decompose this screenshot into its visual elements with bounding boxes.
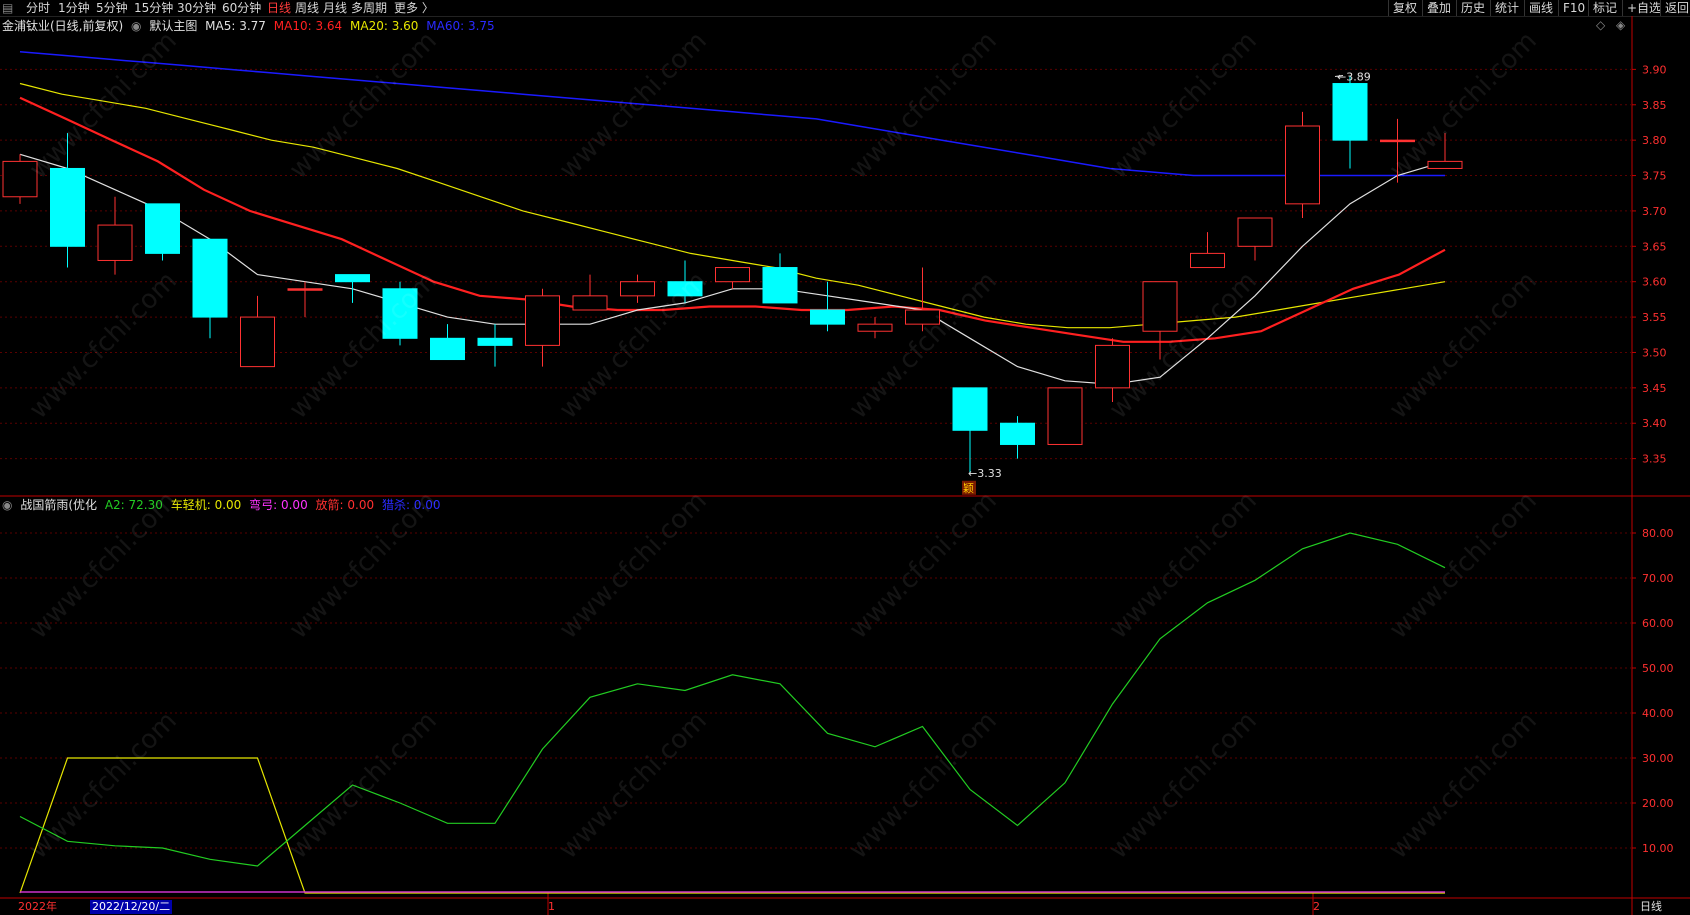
watermark-5: www.cfchi.com (1384, 26, 1543, 185)
candle-body-6 (287, 288, 323, 291)
main-tick-label-10: 3.85 (1642, 99, 1667, 112)
main-tick-label-0: 3.35 (1642, 453, 1667, 466)
candle-body-13 (620, 281, 655, 297)
watermark-19: www.cfchi.com (284, 706, 443, 865)
main-tick-label-11: 3.90 (1642, 63, 1667, 76)
sub-tick-label-4: 50.00 (1642, 662, 1674, 675)
sub-tick-label-3: 40.00 (1642, 707, 1674, 720)
watermark-20: www.cfchi.com (554, 706, 713, 865)
chelunji-line (19, 757, 1445, 894)
main-tick-label-4: 3.55 (1642, 311, 1667, 324)
watermark-6: www.cfchi.com (24, 266, 183, 425)
candle-16 (762, 253, 798, 304)
candle-body-3 (145, 203, 180, 254)
candle-body-27 (1285, 125, 1320, 205)
main-tick-label-1: 3.40 (1642, 417, 1667, 430)
candle-11 (525, 288, 560, 367)
candle-body-16 (762, 267, 798, 304)
watermark-12: www.cfchi.com (24, 486, 183, 645)
candle-4 (192, 238, 228, 339)
candle-body-22 (1047, 387, 1083, 445)
candle-body-28 (1332, 83, 1368, 141)
watermark-11: www.cfchi.com (1384, 266, 1543, 425)
watermark-4: www.cfchi.com (1104, 26, 1263, 185)
candle-body-1 (50, 167, 85, 247)
main-tick-label-7: 3.70 (1642, 205, 1667, 218)
candle-body-17 (810, 309, 845, 325)
candle-17 (810, 281, 845, 332)
a2-line (19, 532, 1446, 867)
candle-body-4 (192, 238, 228, 318)
candle-26 (1237, 217, 1273, 261)
candle-body-7 (335, 274, 370, 283)
candle-body-23 (1095, 344, 1130, 389)
watermark-23: www.cfchi.com (1384, 706, 1543, 865)
main-tick-label-6: 3.65 (1642, 240, 1667, 253)
month-label-1: 1 (548, 900, 555, 913)
main-tick-label-9: 3.80 (1642, 134, 1667, 147)
candle-3 (145, 203, 180, 261)
candle-5 (240, 295, 275, 368)
candle-10 (477, 324, 513, 367)
candle-body-21 (1000, 422, 1035, 445)
watermark-13: www.cfchi.com (284, 486, 443, 645)
watermark-18: www.cfchi.com (24, 706, 183, 865)
candle-20 (952, 387, 988, 473)
candle-18 (857, 317, 893, 339)
sub-tick-label-2: 30.00 (1642, 752, 1674, 765)
marker-badge-text: 颖 (963, 482, 974, 495)
candle-body-26 (1237, 217, 1273, 247)
date-axis-bar: 2022年 2022/12/20/二 1 2 日线 (0, 899, 1690, 915)
candle-body-20 (952, 387, 988, 431)
period-label[interactable]: 日线 (1640, 900, 1662, 914)
sub-tick-label-0: 10.00 (1642, 842, 1674, 855)
month-label-2: 2 (1313, 900, 1320, 913)
sub-tick-label-1: 20.00 (1642, 797, 1674, 810)
watermark-22: www.cfchi.com (1104, 706, 1263, 865)
watermark-14: www.cfchi.com (554, 486, 713, 645)
candle-body-18 (857, 323, 893, 332)
candle-22 (1047, 387, 1083, 445)
candle-body-2 (97, 224, 133, 261)
candle-body-5 (240, 316, 275, 368)
candle-body-12 (572, 295, 608, 311)
candle-body-30 (1427, 160, 1463, 169)
low-label: ←3.33 (968, 467, 1002, 480)
cursor-date-label: 2022/12/20/二 (90, 900, 173, 914)
watermark-17: www.cfchi.com (1384, 486, 1543, 645)
candle-13 (620, 274, 655, 303)
high-label: ←3.89 (1337, 70, 1371, 83)
candle-body-9 (430, 337, 465, 361)
candle-body-11 (525, 295, 560, 346)
candle-body-25 (1190, 252, 1225, 269)
candle-6 (287, 281, 323, 318)
candle-body-24 (1142, 281, 1178, 332)
year-label: 2022年 (18, 900, 57, 913)
candle-21 (1000, 416, 1035, 459)
main-tick-label-2: 3.45 (1642, 382, 1667, 395)
candle-27 (1285, 111, 1320, 218)
candle-7 (335, 274, 370, 303)
sub-tick-label-7: 80.00 (1642, 527, 1674, 540)
kline-chart[interactable]: 3.35 3.40 3.45 3.50 3.55 3.60 3.65 3.70 3.75 3.80… (0, 0, 1690, 915)
candle-2 (97, 196, 133, 275)
candle-body-15 (715, 267, 750, 283)
candle-25 (1190, 232, 1225, 269)
watermark-3: www.cfchi.com (844, 26, 1003, 185)
sub-tick-label-6: 70.00 (1642, 572, 1674, 585)
candle-15 (715, 267, 750, 289)
main-tick-label-5: 3.60 (1642, 276, 1667, 289)
candle-12 (572, 274, 608, 311)
watermark-21: www.cfchi.com (844, 706, 1003, 865)
main-tick-label-3: 3.50 (1642, 346, 1667, 359)
watermark-1: www.cfchi.com (284, 26, 443, 185)
candle-body-10 (477, 337, 513, 346)
main-tick-label-8: 3.75 (1642, 170, 1667, 183)
candle-9 (430, 324, 465, 361)
watermark-2: www.cfchi.com (554, 26, 713, 185)
candle-28 (1332, 76, 1368, 169)
sub-tick-label-5: 60.00 (1642, 617, 1674, 630)
watermark-15: www.cfchi.com (844, 486, 1003, 645)
